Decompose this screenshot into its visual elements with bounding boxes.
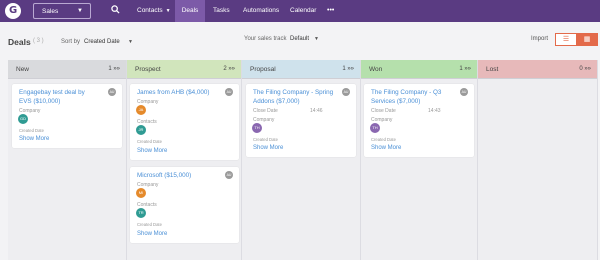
deal-title[interactable]: James from AHB ($4,000)	[137, 89, 209, 98]
show-more-link[interactable]: Show More	[19, 136, 49, 142]
column-count[interactable]: 1 »»	[342, 66, 354, 72]
chevron-down-icon: ▼	[77, 8, 83, 14]
column-name: Prospect	[135, 66, 161, 73]
deal-title[interactable]: The Filing Company - Q3 Services ($7,000…	[371, 89, 461, 106]
deal-title[interactable]: Microsoft ($15,000)	[137, 172, 191, 181]
logo-letter: G	[9, 5, 18, 16]
contact-badge[interactable]: JR	[136, 125, 146, 135]
deal-card[interactable]: The Filing Company - Q3 Services ($7,000…	[364, 84, 474, 157]
column-count[interactable]: 1 »»	[459, 66, 471, 72]
module-selector-value: Sales	[42, 8, 59, 15]
column-header: New 1 »»	[8, 60, 126, 79]
nav-automations-label: Automations	[243, 7, 280, 14]
chevron-down-icon[interactable]: ▼	[128, 39, 133, 45]
deal-card[interactable]: Microsoft ($15,000) AU Company MI Contac…	[130, 167, 239, 243]
nav-deals-label: Deals	[181, 7, 199, 14]
created-date-label: Created Date	[137, 139, 162, 144]
track-dropdown[interactable]: Default	[290, 36, 309, 42]
owner-avatar: AU	[342, 88, 350, 96]
nav-calendar-label: Calendar	[290, 7, 317, 14]
deal-card[interactable]: James from AHB ($4,000) AU Company JA Co…	[130, 84, 239, 160]
nav-tasks[interactable]: Tasks	[213, 0, 230, 22]
show-more-link[interactable]: Show More	[253, 145, 283, 151]
sort-dropdown[interactable]: Created Date	[84, 39, 120, 45]
deal-card[interactable]: Engagebay test deal by EVS ($10,000) AU …	[12, 84, 122, 148]
module-selector[interactable]: Sales ▼	[33, 3, 91, 19]
deal-count: ( 3 )	[33, 38, 44, 44]
nav-automations[interactable]: Automations	[243, 0, 279, 22]
show-more-link[interactable]: Show More	[137, 148, 167, 154]
board-view-button[interactable]: ▦	[576, 33, 598, 46]
column-prospect: Prospect 2 »» James from AHB ($4,000) AU…	[127, 60, 242, 260]
more-icon[interactable]: •••	[327, 0, 334, 22]
column-proposal: Proposal 1 »» The Filing Company - Sprin…	[242, 60, 361, 260]
column-count[interactable]: 2 »»	[223, 66, 235, 72]
owner-avatar: AU	[108, 88, 116, 96]
created-date-label: Created Date	[371, 137, 396, 142]
company-badge[interactable]: MI	[136, 188, 146, 198]
created-date-label: Created Date	[137, 222, 162, 227]
column-header: Prospect 2 »»	[127, 60, 241, 79]
deal-title[interactable]: The Filing Company - Spring Addons ($7,0…	[253, 89, 343, 106]
column-name: Lost	[486, 66, 499, 73]
nav-contacts[interactable]: Contacts ▼	[137, 0, 171, 22]
page-title: Deals	[8, 37, 31, 47]
close-time: 14:43	[428, 108, 441, 114]
column-won: Won 1 »» The Filing Company - Q3 Service…	[361, 60, 478, 260]
owner-avatar: AU	[225, 88, 233, 96]
company-badge[interactable]: TH	[370, 123, 380, 133]
created-date-label: Created Date	[19, 128, 44, 133]
track-label: Your sales track	[244, 36, 287, 42]
column-header: Proposal 1 »»	[242, 60, 360, 79]
column-name: New	[16, 66, 30, 73]
column-name: Proposal	[250, 66, 276, 73]
chevron-down-icon[interactable]: ▼	[314, 36, 319, 42]
column-lost: Lost 0 »»	[478, 60, 598, 260]
created-date-label: Created Date	[253, 137, 278, 142]
sort-label: Sort by	[61, 39, 81, 45]
column-new: New 1 »» Engagebay test deal by EVS ($10…	[8, 60, 127, 260]
column-count[interactable]: 0 »»	[579, 66, 591, 72]
nav-calendar[interactable]: Calendar	[290, 0, 316, 22]
column-name: Won	[369, 66, 383, 73]
column-count[interactable]: 1 »»	[108, 66, 120, 72]
search-icon[interactable]	[111, 5, 120, 16]
deal-card[interactable]: The Filing Company - Spring Addons ($7,0…	[246, 84, 356, 157]
company-badge[interactable]: GD	[18, 114, 28, 124]
top-nav: G Sales ▼ Contacts ▼ Deals Tasks Automati…	[0, 0, 600, 22]
close-date-label: Close Date	[371, 108, 396, 114]
deal-title[interactable]: Engagebay test deal by EVS ($10,000)	[19, 89, 99, 106]
chevron-down-icon: ▼	[165, 8, 171, 14]
nav-deals[interactable]: Deals	[175, 0, 205, 22]
nav-tasks-label: Tasks	[213, 7, 230, 14]
close-date-label: Close Date	[253, 108, 278, 114]
list-view-button[interactable]: ☰	[555, 33, 577, 46]
owner-avatar: AU	[460, 88, 468, 96]
column-header: Lost 0 »»	[478, 60, 597, 79]
contact-badge[interactable]: TR	[136, 208, 146, 218]
app-logo[interactable]: G	[5, 3, 21, 19]
show-more-link[interactable]: Show More	[137, 231, 167, 237]
company-badge[interactable]: JA	[136, 105, 146, 115]
close-time: 14:46	[310, 108, 323, 114]
column-header: Won 1 »»	[361, 60, 477, 79]
owner-avatar: AU	[225, 171, 233, 179]
company-badge[interactable]: TH	[252, 123, 262, 133]
nav-contacts-label: Contacts	[137, 7, 163, 14]
import-link[interactable]: Import	[531, 36, 548, 42]
show-more-link[interactable]: Show More	[371, 145, 401, 151]
